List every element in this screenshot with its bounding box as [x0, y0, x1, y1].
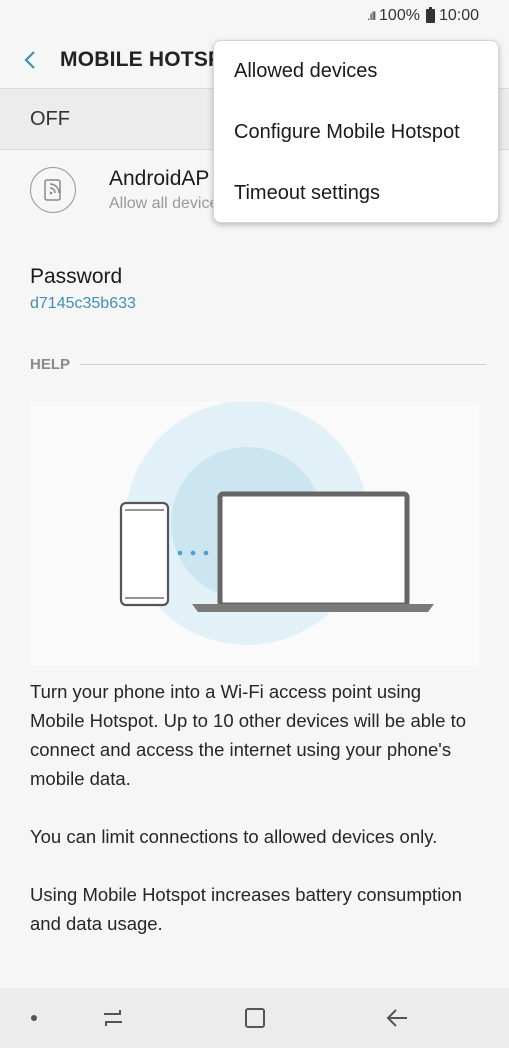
back-button[interactable]	[0, 32, 60, 88]
chevron-left-icon	[24, 51, 35, 69]
recents-icon[interactable]	[96, 1002, 130, 1034]
hotspot-device-icon	[30, 167, 76, 213]
clock: 10:00	[438, 7, 479, 24]
phone-icon	[119, 501, 170, 607]
help-paragraph: Using Mobile Hotspot increases battery c…	[30, 884, 462, 934]
hotspot-illustration	[30, 401, 479, 666]
password-label: Password	[30, 265, 123, 288]
overflow-menu: Allowed devices Configure Mobile Hotspot…	[213, 40, 499, 223]
status-bar: .ıll 100% 10:00	[0, 0, 509, 32]
help-paragraph: Turn your phone into a Wi-Fi access poin…	[30, 681, 467, 789]
help-divider	[80, 363, 486, 365]
access-point-name: AndroidAP	[109, 167, 210, 190]
switch-state-label: OFF	[30, 107, 70, 130]
help-label: HELP	[30, 355, 71, 373]
signal-icon: .ıll	[367, 9, 376, 23]
home-icon[interactable]	[238, 1002, 272, 1034]
password-value: d7145c35b633	[30, 295, 136, 312]
help-section-header: HELP	[30, 354, 486, 374]
navigation-bar	[0, 988, 509, 1048]
battery-icon	[425, 7, 435, 23]
battery-level: 100%	[379, 7, 420, 24]
menu-item-timeout-settings[interactable]: Timeout settings	[214, 163, 498, 224]
menu-item-allowed-devices[interactable]: Allowed devices	[214, 41, 498, 102]
help-paragraph: You can limit connections to allowed dev…	[30, 826, 438, 847]
access-point-subtitle: Allow all devices	[109, 195, 227, 212]
back-icon[interactable]	[380, 1002, 414, 1034]
password-item[interactable]: Password d7145c35b633	[30, 265, 136, 313]
help-text: Turn your phone into a Wi-Fi access poin…	[30, 677, 480, 967]
dot-icon[interactable]	[24, 1002, 44, 1034]
menu-item-configure-hotspot[interactable]: Configure Mobile Hotspot	[214, 102, 498, 163]
laptop-icon	[192, 491, 434, 612]
